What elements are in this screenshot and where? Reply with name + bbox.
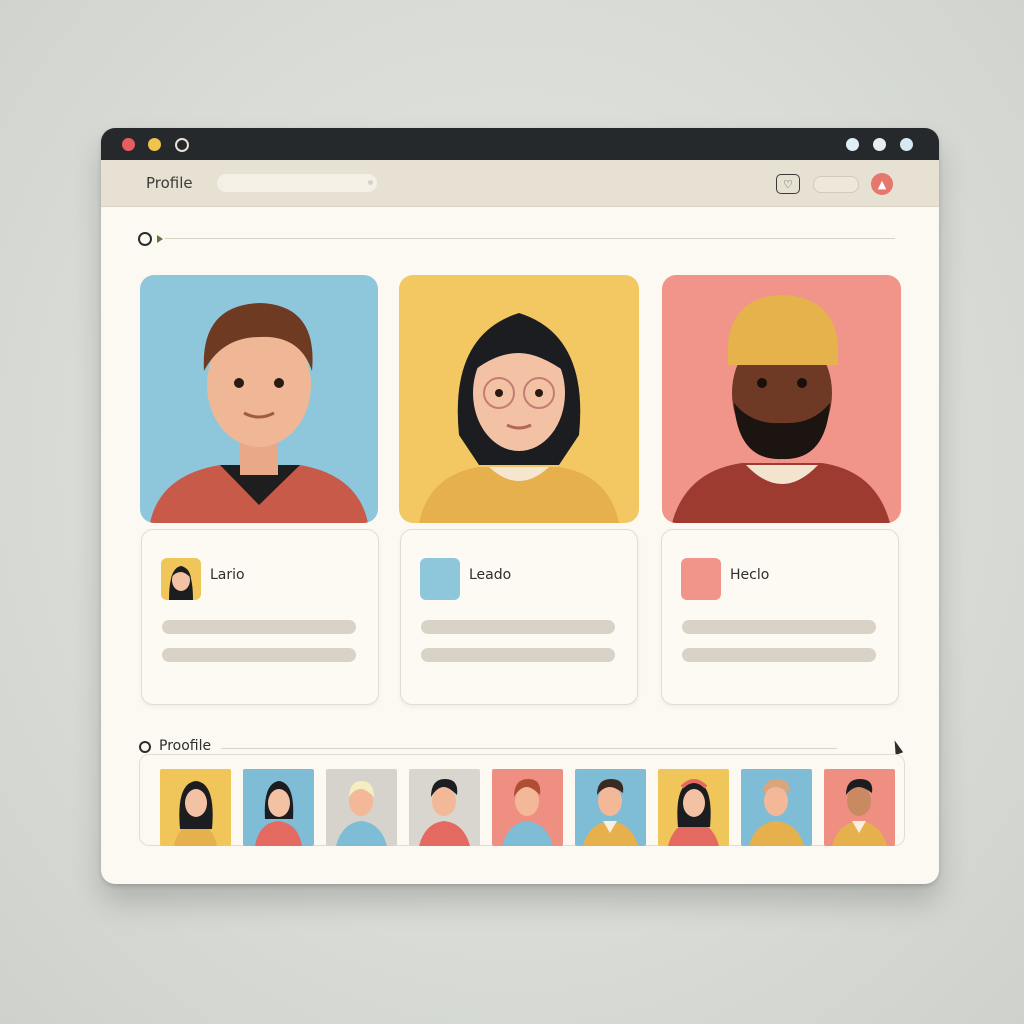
text-placeholder-bar — [421, 648, 615, 662]
toolbar-pill-button[interactable] — [813, 176, 859, 193]
title-bar — [101, 128, 939, 160]
record-icon[interactable] — [138, 232, 152, 246]
play-icon[interactable] — [157, 235, 163, 243]
heart-icon[interactable]: ♡ — [776, 174, 800, 194]
app-window: Profile ♡ ▲ Lario Leado Heclo Proofile — [101, 128, 939, 884]
profile-thumbnail[interactable] — [741, 769, 812, 846]
card-name: Heclo — [730, 567, 770, 583]
text-placeholder-bar — [162, 620, 356, 634]
profile-thumbnail[interactable] — [243, 769, 314, 846]
card-thumbnail — [420, 558, 460, 600]
strip-cursor-icon — [890, 739, 904, 755]
section-divider — [165, 238, 895, 239]
close-window-button[interactable] — [122, 138, 135, 151]
profile-card[interactable]: Leado — [400, 529, 638, 705]
thumbnail-strip — [139, 754, 905, 846]
maximize-window-button[interactable] — [175, 138, 189, 152]
strip-title: Proofile — [159, 738, 212, 754]
strip-divider — [221, 748, 837, 749]
card-name: Leado — [469, 567, 512, 583]
profile-thumbnail[interactable] — [409, 769, 480, 846]
page-title: Profile — [146, 174, 193, 192]
text-placeholder-bar — [682, 648, 876, 662]
profile-thumbnail[interactable] — [160, 769, 231, 846]
minimize-window-button[interactable] — [148, 138, 161, 151]
text-placeholder-bar — [682, 620, 876, 634]
titlebar-dot-2[interactable] — [873, 138, 886, 151]
profile-thumbnail[interactable] — [824, 769, 895, 846]
featured-portrait[interactable] — [399, 275, 639, 523]
search-input[interactable] — [217, 174, 377, 192]
profile-thumbnail[interactable] — [575, 769, 646, 846]
search-icon[interactable] — [139, 741, 151, 753]
titlebar-dot-1[interactable] — [846, 138, 859, 151]
text-placeholder-bar — [162, 648, 356, 662]
profile-card[interactable]: Heclo — [661, 529, 899, 705]
text-placeholder-bar — [421, 620, 615, 634]
card-name: Lario — [210, 567, 245, 583]
profile-thumbnail[interactable] — [658, 769, 729, 846]
featured-portrait[interactable] — [662, 275, 901, 523]
profile-thumbnail[interactable] — [492, 769, 563, 846]
card-thumbnail — [161, 558, 201, 600]
profile-card[interactable]: Lario — [141, 529, 379, 705]
user-avatar-button[interactable]: ▲ — [871, 173, 893, 195]
profile-thumbnail[interactable] — [326, 769, 397, 846]
titlebar-dot-3[interactable] — [900, 138, 913, 151]
toolbar: Profile ♡ ▲ — [101, 160, 939, 207]
card-thumbnail — [681, 558, 721, 600]
featured-portrait[interactable] — [140, 275, 378, 523]
